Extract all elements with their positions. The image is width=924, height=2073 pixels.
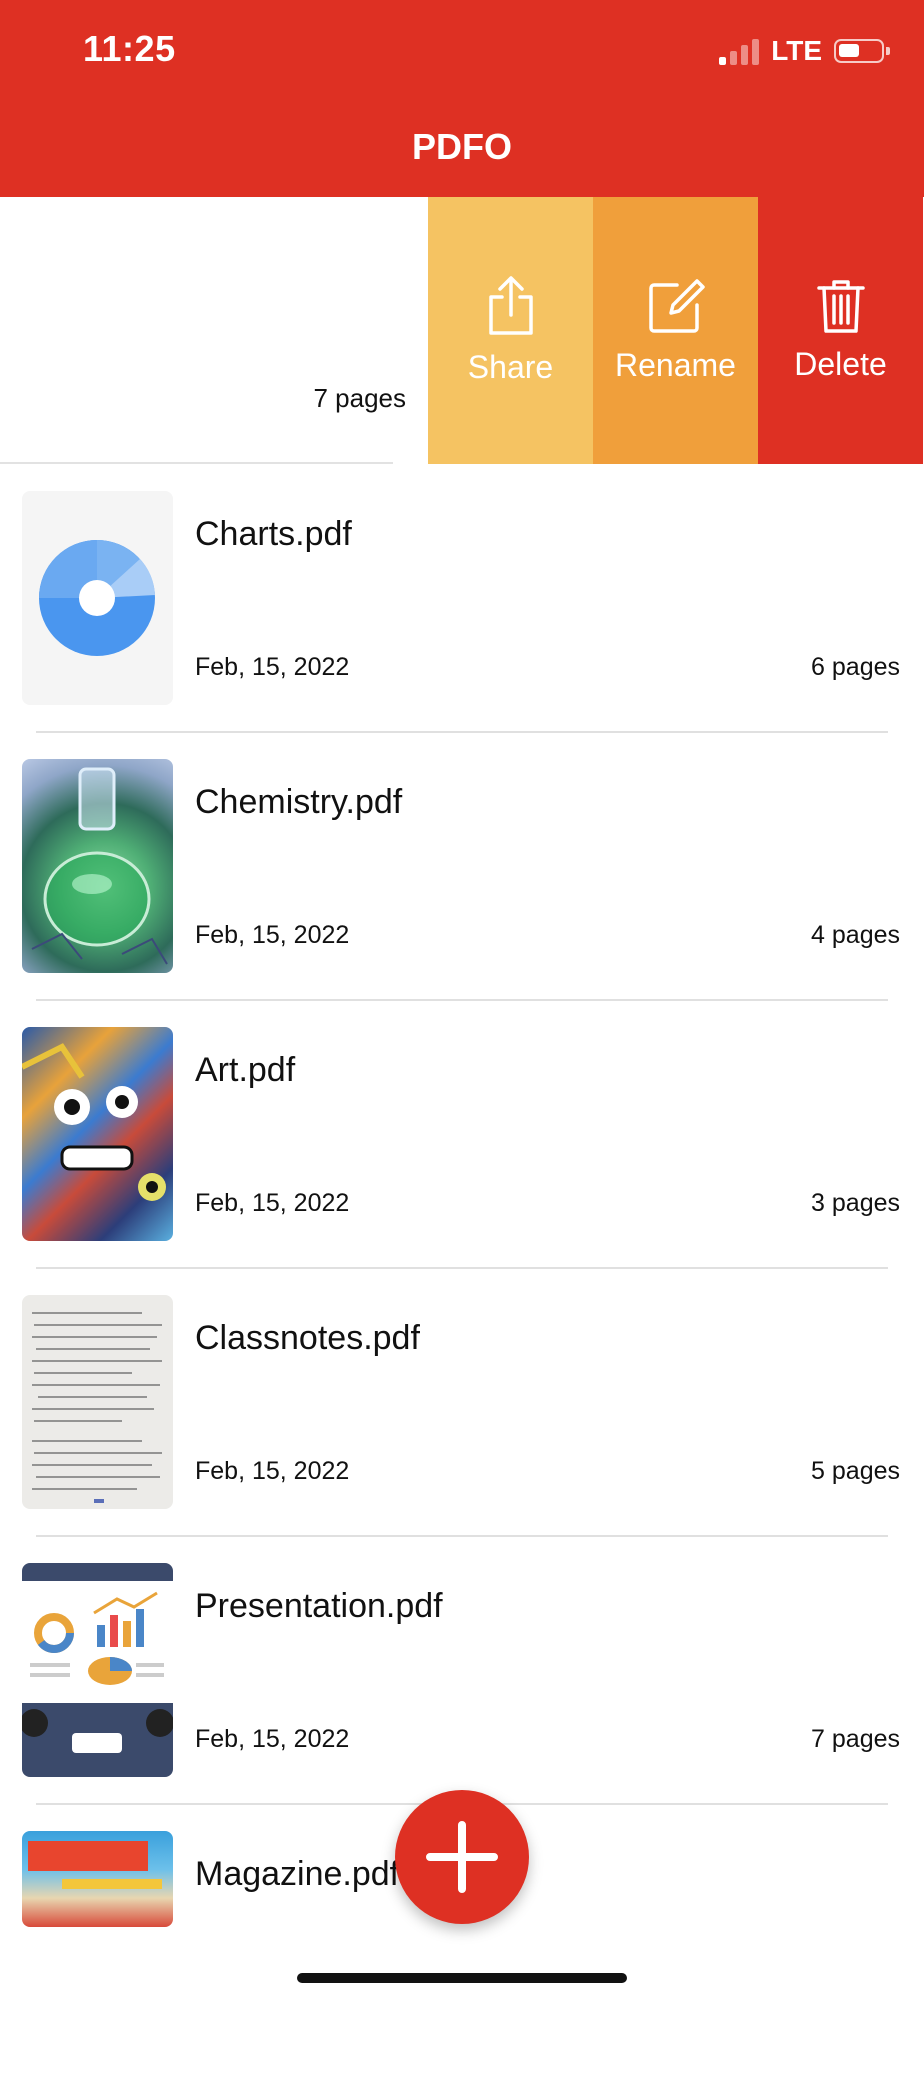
file-pages: 7 pages: [313, 383, 406, 413]
swipe-actions: Share Rename Delete: [428, 197, 923, 464]
network-type: LTE: [771, 35, 822, 66]
file-name: Presentation.pdf: [195, 1587, 443, 1625]
file-date: Feb, 15, 2022: [195, 653, 350, 681]
file-date: Feb, 15, 2022: [195, 1457, 350, 1485]
page-title: PDFO: [411, 126, 512, 167]
presentation-thumbnail: [22, 1563, 173, 1777]
file-pages: 7 pages: [811, 1725, 900, 1753]
file-name: Charts.pdf: [195, 515, 352, 553]
share-icon: [488, 276, 533, 335]
home-indicator: [297, 1973, 627, 1983]
classnotes-thumbnail: [22, 1295, 173, 1509]
file-row[interactable]: Charts.pdf Feb, 15, 2022 6 pages: [0, 465, 924, 733]
swiped-file-row[interactable]: 7 pages Share Rename Delete: [0, 197, 924, 464]
status-time: 11:25: [83, 28, 176, 69]
share-label: Share: [467, 349, 554, 385]
trash-icon: [816, 280, 865, 333]
chemistry-thumbnail: [22, 759, 173, 973]
file-pages: 4 pages: [811, 921, 900, 949]
file-name: Art.pdf: [195, 1051, 296, 1089]
file-name: Classnotes.pdf: [195, 1319, 420, 1357]
add-file-button[interactable]: [395, 1790, 529, 1924]
file-pages: 6 pages: [811, 653, 900, 681]
file-name: Magazine.pdf: [195, 1855, 400, 1893]
file-row[interactable]: Art.pdf Feb, 15, 2022 3 pages: [0, 1001, 924, 1269]
charts-thumbnail: [22, 491, 173, 705]
file-pages: 5 pages: [811, 1457, 900, 1485]
file-date: Feb, 15, 2022: [195, 1189, 350, 1217]
delete-button[interactable]: Delete: [758, 197, 923, 464]
delete-label: Delete: [794, 346, 887, 382]
rename-button[interactable]: Rename: [593, 197, 758, 464]
magazine-thumbnail: [22, 1831, 173, 1927]
file-row[interactable]: Chemistry.pdf Feb, 15, 2022 4 pages: [0, 733, 924, 1001]
plus-icon: [426, 1821, 498, 1893]
battery-icon: [834, 39, 890, 63]
file-date: Feb, 15, 2022: [195, 1725, 350, 1753]
art-thumbnail: [22, 1027, 173, 1241]
rename-label: Rename: [615, 347, 736, 383]
file-row[interactable]: Classnotes.pdf Feb, 15, 2022 5 pages: [0, 1269, 924, 1537]
file-pages: 3 pages: [811, 1189, 900, 1217]
file-row[interactable]: Presentation.pdf Feb, 15, 2022 7 pages: [0, 1537, 924, 1805]
row-divider: [0, 462, 393, 464]
file-name: Chemistry.pdf: [195, 783, 403, 821]
rename-icon: [648, 279, 705, 333]
app-header: 11:25 LTE PDFO: [0, 0, 924, 197]
status-indicators: LTE: [719, 34, 890, 68]
cellular-signal-icon: [719, 37, 760, 65]
share-button[interactable]: Share: [428, 197, 593, 464]
file-date: Feb, 15, 2022: [195, 921, 350, 949]
